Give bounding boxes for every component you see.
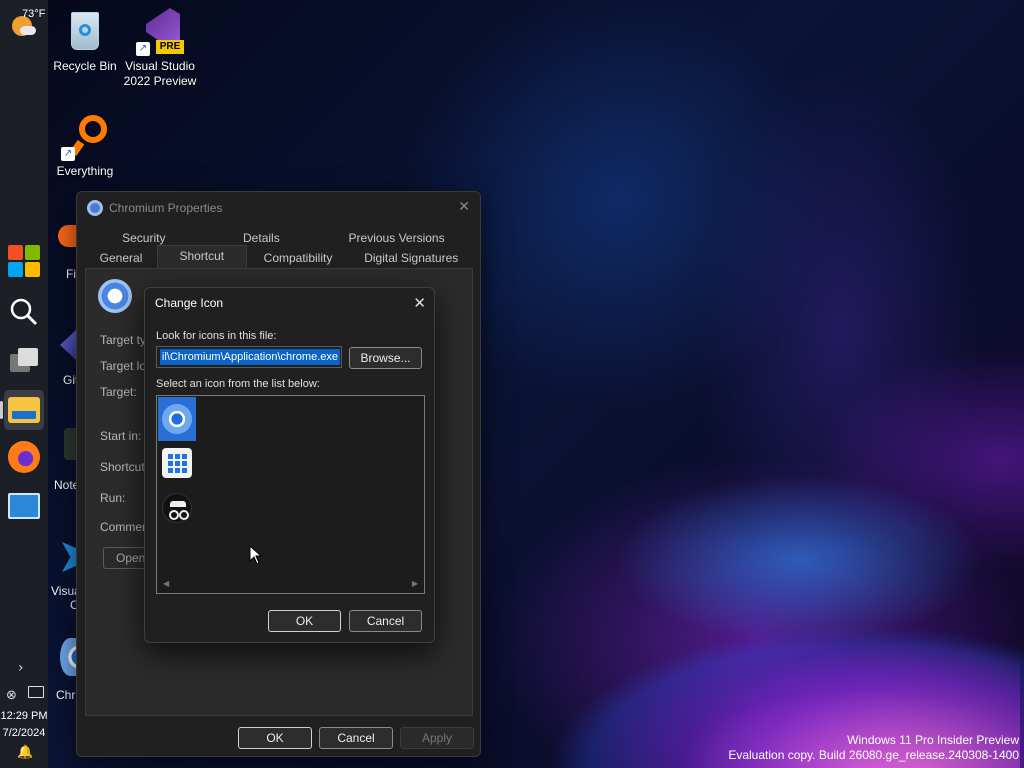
watermark-line-1: Windows 11 Pro Insider Preview <box>847 733 1019 747</box>
cancel-button[interactable]: Cancel <box>319 727 393 749</box>
icon-option-incognito[interactable] <box>158 486 196 530</box>
search-icon <box>10 298 38 326</box>
scroll-left-icon[interactable]: ◀ <box>163 579 169 588</box>
remote-desktop-icon <box>8 493 40 519</box>
ok-button[interactable]: OK <box>268 610 341 632</box>
tab-digital-signatures[interactable]: Digital Signatures <box>349 248 473 268</box>
clock-time[interactable]: 12:29 PM <box>0 710 48 722</box>
display-icon[interactable] <box>28 686 44 698</box>
firefox-icon <box>58 225 78 247</box>
desktop-icon-visual-studio[interactable]: PRE ↗ Visual Studio 2022 Preview <box>122 8 198 89</box>
desktop-icon-label: Chr <box>56 688 76 702</box>
clock-date[interactable]: 7/2/2024 <box>0 727 48 739</box>
look-for-icons-label: Look for icons in this file: <box>156 330 277 342</box>
incognito-icon <box>162 493 192 523</box>
watermark-line-2: Evaluation copy. Build 26080.ge_release.… <box>728 748 1019 762</box>
change-icon-dialog: Change Icon ✕ Look for icons in this fil… <box>144 287 435 643</box>
pre-badge: PRE <box>156 40 184 54</box>
visual-studio-icon: PRE ↗ <box>136 8 184 56</box>
start-in-label: Start in: <box>100 429 142 443</box>
window-titlebar[interactable]: Chromium Properties <box>77 192 480 224</box>
desktop-icon-partial-visual-code[interactable]: Visua C <box>50 540 81 616</box>
search-button[interactable] <box>4 292 44 332</box>
desktop-icon-recycle-bin[interactable]: Recycle Bin <box>47 8 123 74</box>
chromium-icon <box>87 200 103 216</box>
icon-option-app-grid[interactable] <box>158 441 196 485</box>
select-icon-label: Select an icon from the list below: <box>156 378 320 390</box>
git-icon <box>60 330 76 360</box>
desktop-icon-partial-chromium[interactable]: Chr <box>54 638 80 704</box>
desktop-icon-everything[interactable]: ↗ Everything <box>47 113 123 179</box>
task-view-button[interactable] <box>4 340 44 380</box>
tab-previous-versions[interactable]: Previous Versions <box>320 228 473 248</box>
tab-compatibility[interactable]: Compatibility <box>247 248 350 268</box>
close-icon[interactable]: ✕ <box>458 199 470 215</box>
run-label: Run: <box>100 491 126 505</box>
mouse-cursor-icon <box>249 545 263 565</box>
icon-file-path-input[interactable]: il\Chromium\Application\chrome.exe <box>156 346 342 368</box>
shortcut-arrow-icon: ↗ <box>136 42 150 56</box>
cancel-button[interactable]: Cancel <box>349 610 422 632</box>
ok-button[interactable]: OK <box>238 727 312 749</box>
shortcut-arrow-icon: ↗ <box>61 147 75 161</box>
taskbar: 73°F › ⊗ 12:29 PM 7/2/2024 🔔 <box>0 0 48 768</box>
desktop-icon-label: Visual Studio 2022 Preview <box>123 59 197 88</box>
taskbar-file-explorer[interactable] <box>0 390 44 430</box>
recycle-bin-icon <box>61 8 109 56</box>
weather-temp: 73°F <box>22 8 46 20</box>
browse-button[interactable]: Browse... <box>349 347 422 369</box>
desktop-icon-label: Recycle Bin <box>53 59 117 73</box>
desktop-icon-partial-firefox[interactable]: Fi <box>58 225 78 281</box>
window-title: Chromium Properties <box>109 201 223 215</box>
icon-option-chrome[interactable] <box>158 397 196 441</box>
close-icon[interactable]: ✕ <box>413 294 426 312</box>
app-grid-icon <box>162 448 192 478</box>
tab-shortcut[interactable]: Shortcut <box>157 245 247 268</box>
chromium-icon <box>98 279 132 313</box>
chevron-up-icon[interactable]: › <box>18 660 24 676</box>
folder-icon <box>8 397 40 423</box>
icon-list[interactable]: ◀ ▶ <box>156 395 425 594</box>
icon-file-path-value: il\Chromium\Application\chrome.exe <box>160 349 340 365</box>
tab-row-bottom: General Shortcut Compatibility Digital S… <box>85 245 473 268</box>
taskbar-firefox[interactable] <box>4 437 44 477</box>
desktop-icon-label: Fi <box>66 267 76 281</box>
start-button[interactable] <box>4 241 44 281</box>
chrome-icon <box>162 404 192 434</box>
task-view-icon <box>10 348 38 372</box>
bell-icon[interactable]: 🔔 <box>17 745 33 760</box>
active-indicator <box>0 401 3 419</box>
scroll-right-icon[interactable]: ▶ <box>412 579 418 588</box>
tab-row-top: Security Details Previous Versions <box>85 228 473 248</box>
target-label: Target: <box>100 385 137 399</box>
network-icon[interactable]: ⊗ <box>6 688 17 703</box>
tab-general[interactable]: General <box>85 248 157 268</box>
everything-icon: ↗ <box>61 113 109 161</box>
firefox-icon <box>8 441 40 473</box>
desktop-icon-partial-notepad[interactable]: Note <box>54 426 79 496</box>
windows-logo-icon <box>8 245 40 277</box>
desktop-icon-label: Everything <box>56 164 114 178</box>
apply-button[interactable]: Apply <box>400 727 474 749</box>
taskbar-remote-desktop[interactable] <box>4 486 44 526</box>
weather-widget[interactable]: 73°F <box>4 6 48 40</box>
dialog-title: Change Icon <box>155 296 224 310</box>
visual-studio-code-icon <box>62 542 76 572</box>
cloud-icon <box>20 26 36 35</box>
